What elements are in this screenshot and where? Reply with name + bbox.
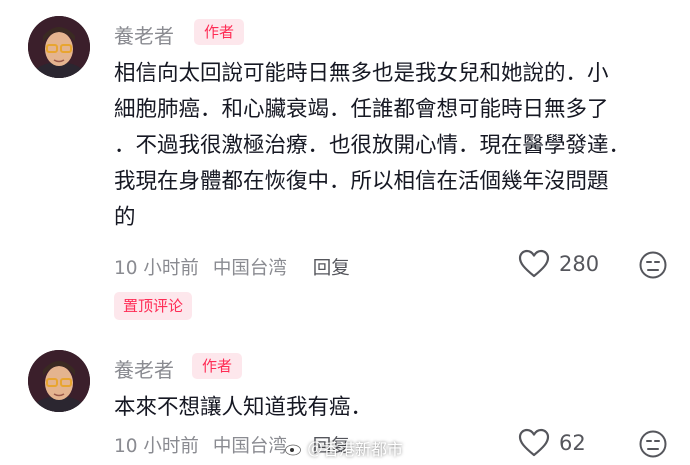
comment-text-line: 的 — [114, 205, 136, 230]
comment-text-line: 細胞肺癌．和心臟衰竭．任誰都會想可能時日無多了 — [114, 97, 609, 122]
comment-text-line: 本來不想讓人知道我有癌． — [114, 395, 373, 420]
avatar[interactable] — [28, 16, 90, 78]
comment-meta: 10 小时前 中国台湾 回复 — [114, 254, 350, 280]
watermark-text: ＠香港新都市 — [307, 440, 404, 459]
author-badge: 作者 — [192, 353, 243, 379]
like-button[interactable]: 280 — [518, 249, 599, 279]
watermark: ＠香港新都市 — [285, 436, 403, 460]
like-button[interactable]: 62 — [518, 428, 586, 458]
heart-outline-icon — [518, 428, 550, 457]
comment-time: 10 小时前 — [114, 258, 199, 279]
dislike-button[interactable] — [638, 250, 668, 284]
comment-text-line: 我現在身體都在恢復中．所以相信在活個幾年沒問題 — [114, 169, 609, 194]
comment-time: 10 小时前 — [114, 436, 199, 457]
comment-location: 中国台湾 — [212, 436, 287, 457]
comment-text: 本來不想讓人知道我有癌． — [114, 390, 674, 426]
comment-text-line: ．不過我很激極治療．也很放開心情．現在醫學發達． — [114, 133, 631, 158]
dislike-button[interactable] — [638, 429, 668, 463]
avatar[interactable] — [28, 350, 90, 412]
reply-button[interactable]: 回复 — [313, 254, 350, 280]
comment-text: 相信向太回說可能時日無多也是我女兒和她說的．小 細胞肺癌．和心臟衰竭．任誰都會想… — [114, 56, 674, 236]
sad-face-icon — [639, 251, 667, 279]
like-count: 62 — [559, 431, 586, 455]
comment-location: 中国台湾 — [212, 258, 287, 279]
comment-text-line: 相信向太回說可能時日無多也是我女兒和她說的．小 — [114, 61, 609, 86]
weibo-logo-icon — [285, 441, 302, 456]
author-name[interactable]: 養老者 — [114, 354, 174, 383]
pinned-badge: 置顶评论 — [114, 292, 193, 320]
author-name[interactable]: 養老者 — [114, 20, 174, 49]
author-badge: 作者 — [194, 19, 245, 45]
heart-outline-icon — [518, 249, 550, 278]
like-count: 280 — [559, 252, 600, 276]
comment-item: 養老者 作者 相信向太回說可能時日無多也是我女兒和她說的．小 細胞肺癌．和心臟衰… — [0, 0, 690, 330]
sad-face-icon — [639, 430, 667, 458]
